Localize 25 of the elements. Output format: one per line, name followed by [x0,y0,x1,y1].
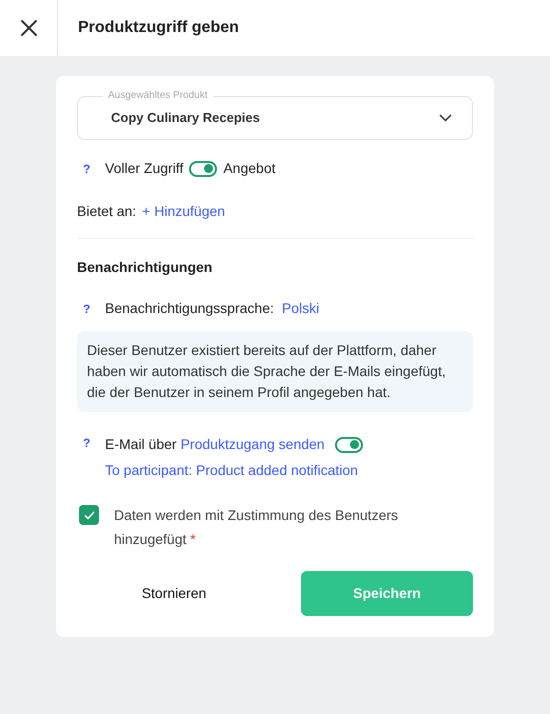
select-value: Copy Culinary Recepies [111,109,260,128]
add-link[interactable]: + Hinzufügen [142,201,226,222]
email-label: E-Mail über [105,435,177,454]
access-toggle[interactable] [189,160,218,176]
email-link[interactable]: Produktzugang senden [180,434,325,455]
offers-label: Bietet an: [77,202,136,221]
info-message: Dieser Benutzer existiert bereits auf der Plattform, daher haben wir automatisch die Sprache der E-Mails eingefügt, die der Benutzer in seinem Profil angegeben hat. [77,331,473,412]
help-mark[interactable]: ? [77,160,105,178]
consent-text: Daten werden mit Zustimmung des Benutzers hinzugefügt * [114,506,400,549]
template-link[interactable]: To participant: Product added notification [105,460,363,481]
option-label: Voller Zugriff [105,159,184,178]
help-mark[interactable]: ? [77,434,105,481]
consent-checkbox[interactable] [79,505,99,525]
check-icon [84,510,94,520]
help-mark[interactable]: ? [77,300,105,318]
language-label: Benachrichtigungssprache: [105,299,274,318]
section-heading: Benachrichtigungen [77,258,214,277]
email-toggle[interactable] [334,436,363,452]
dialog-title: Produktzugriff geben [78,18,239,38]
option-label: Angebot [223,159,276,178]
chevron-down-icon [439,114,452,122]
product-select[interactable]: Ausgewähltes Produkt Copy Culinary Recepies [77,90,473,140]
field-label: Ausgewähltes Produkt [107,90,209,102]
cancel-button[interactable]: Stornieren [77,571,271,616]
language-link[interactable]: Polski [282,298,320,319]
